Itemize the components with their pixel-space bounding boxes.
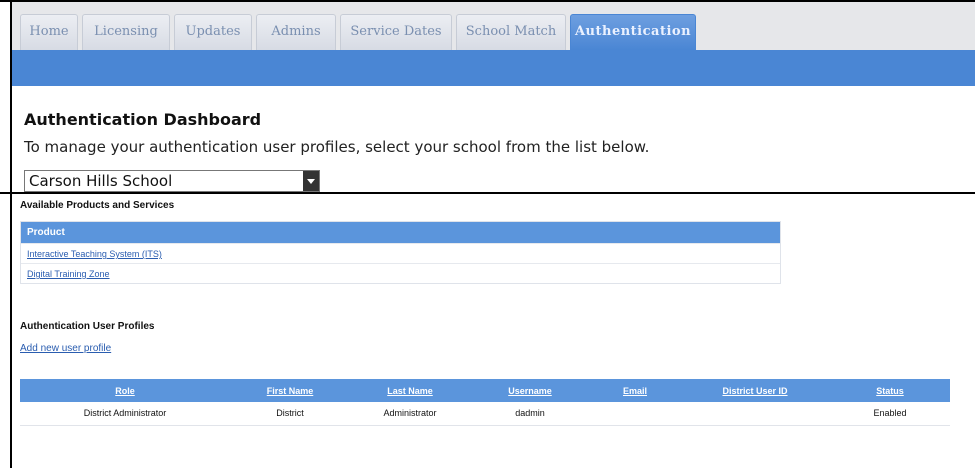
- products-table: Product Interactive Teaching System (ITS…: [20, 221, 781, 284]
- cell-status: Enabled: [830, 402, 950, 426]
- col-last-name[interactable]: Last Name: [350, 379, 470, 402]
- col-first-name[interactable]: First Name: [230, 379, 350, 402]
- add-user-profile-link[interactable]: Add new user profile: [20, 343, 111, 354]
- tab-updates[interactable]: Updates: [174, 14, 252, 50]
- tab-authentication[interactable]: Authentication: [570, 14, 696, 50]
- cell-role: District Administrator: [20, 402, 230, 426]
- col-email[interactable]: Email: [590, 379, 680, 402]
- page-title: Authentication Dashboard: [24, 110, 262, 129]
- cell-first-name: District: [230, 402, 350, 426]
- user-profiles-table: Role First Name Last Name Username Email…: [20, 379, 950, 426]
- tab-home[interactable]: Home: [20, 14, 78, 50]
- col-district-user-id[interactable]: District User ID: [680, 379, 830, 402]
- cell-email: [590, 402, 680, 426]
- school-select[interactable]: Carson Hills School: [24, 170, 320, 192]
- header-band: [12, 50, 975, 86]
- col-username[interactable]: Username: [470, 379, 590, 402]
- cell-last-name: Administrator: [350, 402, 470, 426]
- tab-school-match[interactable]: School Match: [456, 14, 566, 50]
- divider: [0, 192, 975, 194]
- tab-service-dates[interactable]: Service Dates: [340, 14, 452, 50]
- product-row: Interactive Teaching System (ITS): [21, 243, 780, 263]
- table-row: District Administrator District Administ…: [20, 402, 950, 426]
- tab-admins[interactable]: Admins: [256, 14, 336, 50]
- col-status[interactable]: Status: [830, 379, 950, 402]
- products-column-header: Product: [21, 222, 780, 243]
- cell-district-user-id: [680, 402, 830, 426]
- col-role[interactable]: Role: [20, 379, 230, 402]
- cell-username: dadmin: [470, 402, 590, 426]
- chevron-down-icon[interactable]: [303, 171, 319, 191]
- instructions-text: To manage your authentication user profi…: [24, 138, 650, 156]
- product-link-dtz[interactable]: Digital Training Zone: [27, 269, 110, 279]
- product-link-its[interactable]: Interactive Teaching System (ITS): [27, 249, 162, 259]
- profiles-section-title: Authentication User Profiles: [20, 321, 155, 332]
- tab-bar: Home Licensing Updates Admins Service Da…: [12, 2, 975, 50]
- product-row: Digital Training Zone: [21, 263, 780, 283]
- tab-licensing[interactable]: Licensing: [82, 14, 170, 50]
- products-section-title: Available Products and Services: [20, 200, 175, 211]
- school-select-value: Carson Hills School: [29, 172, 173, 190]
